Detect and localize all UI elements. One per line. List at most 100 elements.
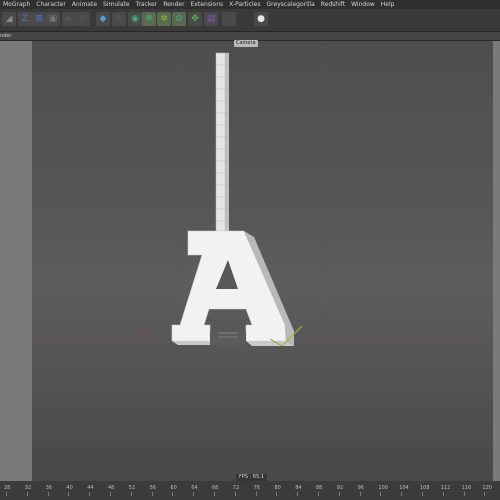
timeline-tick [422, 492, 423, 496]
camera-icon[interactable]: ■ [222, 12, 236, 26]
deformer-icon-glyph: ✲ [160, 14, 168, 24]
light-icon-glyph: ● [257, 14, 265, 24]
timeline-frame-label: 72 [232, 485, 240, 491]
timeline-tick [47, 492, 49, 496]
fps-readout: FPS : 65.1 [236, 474, 268, 481]
coordinate-system-icon-glyph: ⊞ [35, 14, 43, 24]
render-settings-icon[interactable]: ⚙ [76, 12, 90, 26]
timeline-frame-label: 60 [170, 485, 177, 491]
timeline-frame-label: 40 [66, 485, 73, 491]
timeline-tick [234, 492, 236, 496]
timeline-tick [214, 492, 215, 496]
right-panel-strip [493, 41, 500, 481]
menu-item-render[interactable]: Render [160, 0, 187, 9]
timeline-tick [110, 492, 111, 496]
array-icon[interactable]: ❋ [142, 12, 156, 26]
z-axis-icon-glyph: Z [21, 14, 29, 24]
nurbs-icon-glyph: ◉ [131, 14, 139, 24]
render-settings-icon-glyph: ⚙ [78, 14, 88, 24]
menu-item-animate[interactable]: Animate [69, 0, 100, 9]
menu-item-mograph[interactable]: MoGraph [0, 0, 33, 9]
timeline-frame-label: 112 [440, 485, 451, 491]
sub-bar-label: nder [0, 33, 12, 39]
viewport[interactable] [32, 41, 493, 481]
timeline-frame-label: 68 [212, 485, 219, 491]
pen-spline-icon-glyph: ✎ [115, 14, 123, 24]
menu-item-x-particles[interactable]: X-Particles [226, 0, 263, 9]
timeline-frame-label: 100 [378, 485, 388, 491]
camera-tag[interactable]: Camera [234, 40, 258, 47]
timeline-frame-label: 108 [420, 485, 430, 491]
timeline-frame-label: 48 [108, 485, 115, 491]
cube-icon-glyph: ◆ [99, 14, 107, 24]
deformer-icon[interactable]: ✲ [157, 12, 171, 26]
menu-item-tracker[interactable]: Tracker [133, 0, 161, 9]
timeline-tick [297, 492, 299, 496]
pen-spline-icon[interactable]: ✎ [112, 12, 126, 26]
timeline-tick [380, 492, 382, 496]
timeline-tick [463, 492, 465, 496]
render-view-icon[interactable]: ▶ [62, 12, 76, 26]
cube-icon[interactable]: ◆ [96, 12, 110, 26]
timeline-frame-label: 104 [399, 485, 409, 491]
camera-icon-glyph: ■ [224, 14, 234, 24]
menu-item-simulate[interactable]: Simulate [100, 0, 133, 9]
menu-bar: MoGraph Character Animate Simulate Tracker Re… [0, 0, 500, 9]
timeline-tick [484, 492, 486, 496]
timeline-tick [172, 492, 174, 496]
timeline-frame-label: 56 [149, 485, 156, 491]
letter-a-model[interactable] [171, 230, 294, 346]
timeline-frame-label: 52 [128, 485, 136, 491]
camera-tag-label: Camera [236, 40, 256, 46]
render-region-icon-glyph: ▣ [48, 14, 58, 24]
render-region-icon[interactable]: ▣ [46, 12, 60, 26]
environment-icon-glyph: ✿ [175, 14, 183, 24]
timeline-frame-label: 76 [253, 485, 260, 491]
timeline-frame-label: 80 [274, 485, 281, 491]
nurbs-icon[interactable]: ◉ [128, 12, 142, 26]
timeline-tick [89, 492, 91, 496]
timeline-tick [276, 492, 278, 496]
axis-lock-icon[interactable]: ◢ [2, 12, 16, 26]
viewport-scene [32, 41, 493, 422]
toolbar: ◢ Z ⊞ ▣ ▶ ⚙ ◆ ✎ ◉ ❋ ✲ ✿ ✤ ▤ ■ ● [0, 9, 500, 32]
light-icon[interactable]: ● [254, 12, 268, 26]
timeline-tick [255, 492, 257, 496]
environment-icon[interactable]: ✿ [172, 12, 186, 26]
timeline-tick [442, 492, 444, 496]
timeline-frame-label: 44 [87, 485, 94, 491]
timeline-frame-label: 120 [482, 485, 492, 491]
timeline-frame-label: 64 [191, 485, 198, 491]
timeline-tick [401, 492, 403, 496]
timeline-tick [359, 492, 361, 496]
timeline-tick [193, 492, 195, 496]
timeline-frame-label: 36 [45, 485, 52, 491]
scene-icon[interactable]: ✤ [188, 12, 202, 26]
timeline-tick [68, 492, 70, 496]
menu-item-redshift[interactable]: Redshift [318, 0, 348, 9]
timeline-frame-label: 84 [295, 485, 302, 491]
menu-item-character[interactable]: Character [33, 0, 69, 9]
z-axis-icon[interactable]: Z [18, 12, 32, 26]
menu-item-greyscalegorilla[interactable]: Greyscalegorilla [263, 0, 317, 9]
timeline-frame-label: 92 [336, 485, 344, 491]
coordinate-system-icon[interactable]: ⊞ [32, 12, 46, 26]
axis-lock-icon-glyph: ◢ [5, 14, 13, 24]
timeline-tick [130, 492, 132, 496]
left-panel-strip [0, 41, 32, 481]
array-icon-glyph: ❋ [145, 14, 153, 24]
render-view-icon-glyph: ▶ [65, 14, 73, 24]
block-column [215, 52, 229, 232]
menu-item-help[interactable]: Help [378, 0, 398, 9]
timeline-frame-label: 28 [4, 485, 11, 491]
floor-icon[interactable]: ▤ [204, 12, 218, 26]
timeline-frame-label: 88 [316, 485, 323, 491]
timeline-tick [26, 492, 28, 496]
timeline-tick [338, 492, 340, 496]
timeline-ruler[interactable]: 28 32 36 40 44 48 52 56 60 64 68 72 76 80 84 88 92 96 100 1… [0, 481, 500, 500]
timeline-tick [151, 492, 153, 496]
menu-item-extensions[interactable]: Extensions [188, 0, 227, 9]
menu-item-window[interactable]: Window [348, 0, 378, 9]
timeline-frame-label: 32 [24, 485, 32, 491]
floor-icon-glyph: ▤ [206, 14, 216, 24]
